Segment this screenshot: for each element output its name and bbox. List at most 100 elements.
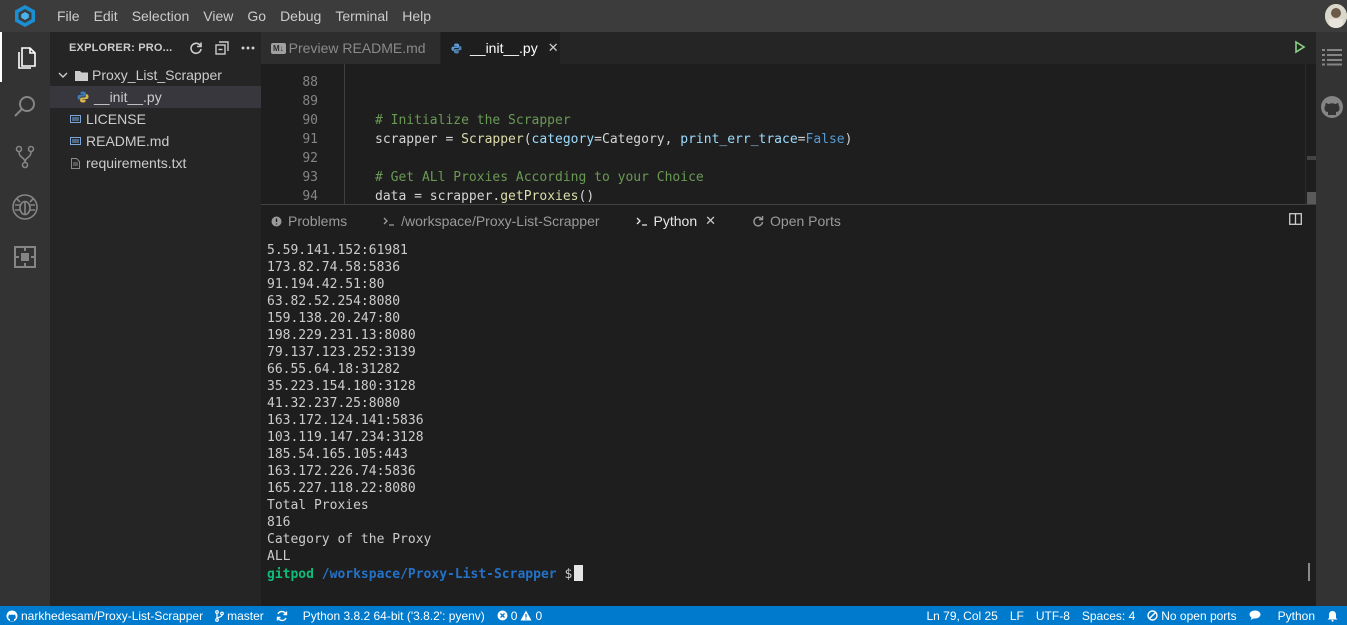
scrollbar-thumb[interactable]: [1307, 192, 1316, 204]
feedback-icon: [1249, 610, 1261, 620]
refresh-icon[interactable]: [183, 41, 209, 55]
prompt-path: /workspace/Proxy-List-Scrapper: [321, 567, 557, 582]
error-icon: [497, 610, 508, 621]
code-line: 88: [261, 64, 1305, 90]
terminal-line: 159.138.20.247:80: [267, 311, 401, 326]
terminal-scrollbar[interactable]: [1308, 563, 1310, 581]
editor-scrollbar[interactable]: [1305, 64, 1316, 204]
tab-label: /workspace/Proxy-List-Scrapper: [401, 213, 600, 229]
menu-view[interactable]: View: [196, 0, 240, 32]
status-sync[interactable]: [270, 606, 297, 625]
menu-help[interactable]: Help: [395, 0, 438, 32]
terminal-icon: [383, 216, 395, 226]
tree-file-init-py[interactable]: __init__.py: [50, 86, 261, 108]
ports-icon: [752, 215, 764, 227]
error-count: 0: [510, 608, 518, 623]
terminal-icon: [636, 216, 648, 226]
status-indentation[interactable]: Spaces: 4: [1076, 606, 1141, 625]
github-icon: [6, 610, 18, 621]
debug-icon[interactable]: [0, 182, 50, 232]
folder-label: Proxy_List_Scrapper: [92, 67, 222, 83]
code-editor[interactable]: 88 89 # Initialize the Scrapper 90 scrap…: [261, 64, 1305, 204]
gitpod-logo-icon[interactable]: [0, 0, 50, 32]
branch-label: master: [227, 608, 264, 623]
status-ports[interactable]: No open ports: [1141, 606, 1242, 625]
markdown-file-icon: [68, 137, 82, 145]
outline-icon[interactable]: [1316, 32, 1347, 82]
terminal-line: 165.227.118.22:8080: [267, 481, 416, 496]
interpreter-label: Python 3.8.2 64-bit ('3.8.2': pyenv): [302, 608, 485, 623]
terminal-output[interactable]: 5.59.141.152:61981 173.82.74.58:5836 91.…: [267, 242, 584, 582]
tab-terminal-workspace[interactable]: /workspace/Proxy-List-Scrapper: [383, 205, 600, 237]
code-text: data = scrapper.getProxies(): [375, 189, 595, 204]
search-icon[interactable]: [0, 82, 50, 132]
tab-label: Open Ports: [770, 213, 841, 229]
status-branch[interactable]: master: [209, 606, 270, 625]
close-icon[interactable]: ✕: [705, 213, 716, 229]
tab-problems[interactable]: Problems: [271, 205, 347, 237]
encoding-label: UTF-8: [1035, 608, 1070, 623]
terminal-prompt[interactable]: gitpod /workspace/Proxy-List-Scrapper $: [267, 565, 584, 582]
sync-icon: [276, 610, 287, 621]
chevron-down-icon: [56, 70, 70, 80]
extensions-icon[interactable]: [0, 232, 50, 282]
status-position[interactable]: Ln 79, Col 25: [920, 606, 1003, 625]
status-problems[interactable]: 0 0: [491, 606, 548, 625]
status-repo[interactable]: narkhedesam/Proxy-List-Scrapper: [0, 606, 209, 625]
tree-file-readme[interactable]: README.md: [50, 130, 261, 152]
panel-tabs: Problems /workspace/Proxy-List-Scrapper …: [261, 205, 1316, 237]
terminal-line: 103.119.147.234:3128: [267, 430, 424, 445]
status-notifications[interactable]: [1321, 606, 1347, 625]
branch-icon: [215, 609, 224, 622]
menu-go[interactable]: Go: [240, 0, 273, 32]
line-number: 94: [302, 189, 318, 204]
eol-label: LF: [1009, 608, 1024, 623]
status-eol[interactable]: LF: [1004, 606, 1030, 625]
explorer-icon[interactable]: [0, 32, 50, 82]
split-panel-icon[interactable]: [1289, 213, 1302, 228]
menu-bar: File Edit Selection View Go Debug Termin…: [50, 0, 438, 32]
menu-debug[interactable]: Debug: [273, 0, 328, 32]
menu-selection[interactable]: Selection: [125, 0, 197, 32]
terminal-line: 41.32.237.25:8080: [267, 396, 401, 411]
tab-label: Python: [653, 213, 698, 229]
python-file-icon: [451, 42, 462, 54]
prompt-user: gitpod: [267, 567, 314, 582]
file-label: __init__.py: [94, 89, 162, 105]
status-interpreter[interactable]: Python 3.8.2 64-bit ('3.8.2': pyenv): [297, 606, 491, 625]
tab-preview-readme[interactable]: M↓ Preview README.md: [261, 32, 441, 64]
status-feedback[interactable]: [1243, 606, 1272, 625]
markdown-preview-icon: M↓: [271, 42, 286, 54]
terminal-line: 173.82.74.58:5836: [267, 260, 401, 275]
terminal-line: ALL: [267, 549, 291, 564]
collapse-all-icon[interactable]: [209, 41, 235, 55]
tab-open-ports[interactable]: Open Ports: [752, 205, 841, 237]
python-file-icon: [76, 91, 90, 103]
explorer-title: EXPLORER: PRO...: [69, 42, 173, 54]
tab-terminal-python[interactable]: Python ✕: [636, 205, 716, 237]
close-icon[interactable]: ✕: [548, 40, 559, 56]
prompt-symbol: $: [564, 567, 573, 582]
folder-icon: [74, 70, 88, 81]
run-file-icon[interactable]: [1294, 40, 1306, 57]
terminal-line: 35.223.154.180:3128: [267, 379, 416, 394]
menu-terminal[interactable]: Terminal: [328, 0, 395, 32]
terminal-line: 198.229.231.13:8080: [267, 328, 416, 343]
status-encoding[interactable]: UTF-8: [1030, 606, 1076, 625]
menu-file[interactable]: File: [50, 0, 87, 32]
github-icon[interactable]: [1316, 82, 1347, 132]
tree-file-license[interactable]: LICENSE: [50, 108, 261, 130]
bell-icon: [1327, 610, 1338, 622]
status-bar: narkhedesam/Proxy-List-Scrapper master P…: [0, 606, 1347, 625]
account-avatar[interactable]: [1325, 4, 1347, 28]
file-label: LICENSE: [86, 111, 146, 127]
tab-label: Preview README.md: [288, 40, 426, 56]
tab-init-py[interactable]: __init__.py ✕: [441, 32, 561, 64]
more-actions-icon[interactable]: [235, 45, 261, 51]
menu-edit[interactable]: Edit: [87, 0, 125, 32]
source-control-icon[interactable]: [0, 132, 50, 182]
terminal-line: 816: [267, 515, 291, 530]
tree-file-requirements[interactable]: requirements.txt: [50, 152, 261, 174]
status-language[interactable]: Python: [1272, 606, 1321, 625]
tree-folder-proxy-list-scrapper[interactable]: Proxy_List_Scrapper: [50, 64, 261, 86]
